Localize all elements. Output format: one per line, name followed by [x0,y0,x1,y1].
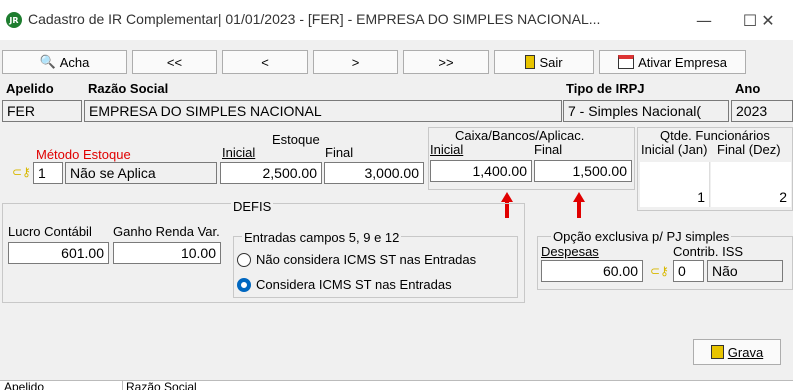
radio-option-considera[interactable]: Considera ICMS ST nas Entradas [237,277,452,292]
funcionarios-final-label: Final (Dez) [717,142,781,157]
ativar-empresa-button[interactable]: Ativar Empresa [599,50,746,74]
pj-simples-title: Opção exclusiva p/ PJ simples [551,229,732,244]
metodo-estoque-code[interactable]: 1 [33,162,63,184]
red-arrow-annotation [573,192,585,218]
acha-label: Acha [59,54,90,70]
next-record-button[interactable]: > [313,50,398,74]
caixa-inicial-label: Inicial [430,142,464,157]
estoque-final-label: Final [325,145,354,160]
metodo-estoque-desc: Não se Aplica [65,162,217,184]
first-record-button[interactable]: << [132,50,217,74]
contrib-iss-code[interactable]: 0 [673,260,704,282]
acha-button[interactable]: 🔍 Acha [2,50,127,74]
contrib-iss-label: Contrib. ISS [673,244,744,259]
calendar-icon [618,55,635,69]
app-logo-icon: JR [6,12,22,28]
despesas-field[interactable]: 60.00 [541,260,643,282]
maximize-icon-dummy [682,6,728,34]
last-record-button[interactable]: >> [403,50,489,74]
ano-field[interactable]: 2023 [731,100,793,122]
apelido-label: Apelido [6,81,54,96]
radio-button-selected[interactable] [237,277,251,292]
sair-label: Sair [539,54,563,70]
estoque-final-field[interactable]: 3,000.00 [324,162,424,184]
despesas-label: Despesas [541,244,599,259]
lucro-contabil-label: Lucro Contábil [8,224,92,239]
key-icon[interactable]: ⊂⚷ [650,264,669,278]
funcionarios-final-field[interactable]: 2 [711,162,791,207]
tipo-irpj-label: Tipo de IRPJ [566,81,645,96]
caixa-final-field[interactable]: 1,500.00 [534,160,632,182]
defis-title: DEFIS [231,199,274,214]
funcionarios-inicial-field[interactable]: 1 [640,162,710,207]
razao-social-label: Razão Social [88,81,169,96]
estoque-label: Estoque [272,132,320,147]
lucro-contabil-field[interactable]: 601.00 [8,242,109,264]
window-title: Cadastro de IR Complementar| 01/01/2023 … [28,11,601,27]
tipo-irpj-field[interactable]: 7 - Simples Nacional( [563,100,729,122]
entradas-title: Entradas campos 5, 9 e 12 [242,230,402,245]
ano-label: Ano [735,81,761,96]
close-icon[interactable]: ✕ [745,6,791,34]
sair-button[interactable]: Sair [494,50,594,74]
funcionarios-inicial-label: Inicial (Jan) [641,142,708,157]
razao-social-field[interactable]: EMPRESA DO SIMPLES NACIONAL [84,100,562,122]
key-icon[interactable]: ⊂⚷ [12,165,31,179]
apelido-field[interactable]: FER [2,100,82,122]
radio-label: Considera ICMS ST nas Entradas [256,277,452,292]
caixa-inicial-field[interactable]: 1,400.00 [430,160,532,182]
caixa-final-label: Final [534,142,563,157]
radio-button[interactable] [237,252,251,267]
search-binoculars-icon: 🔍 [39,54,56,70]
prev-record-button[interactable]: < [222,50,308,74]
metodo-estoque-label: Método Estoque [36,147,131,162]
ganho-renda-field[interactable]: 10.00 [113,242,221,264]
ganho-renda-label: Ganho Renda Var. [113,224,220,239]
ativar-label: Ativar Empresa [638,54,727,70]
exit-door-icon [525,55,536,69]
funcionarios-title: Qtde. Funcionários [660,128,770,143]
radio-option-nao-considera[interactable]: Não considera ICMS ST nas Entradas [237,252,476,267]
caixa-title: Caixa/Bancos/Aplicac. [455,128,585,143]
contrib-iss-desc: Não [707,260,783,282]
grava-label: Grava [727,344,764,360]
estoque-inicial-label: Inicial [222,145,256,160]
grava-button[interactable]: Grava [693,339,781,365]
radio-label: Não considera ICMS ST nas Entradas [256,252,477,267]
estoque-inicial-field[interactable]: 2,500.00 [220,162,322,184]
save-icon [710,345,724,359]
